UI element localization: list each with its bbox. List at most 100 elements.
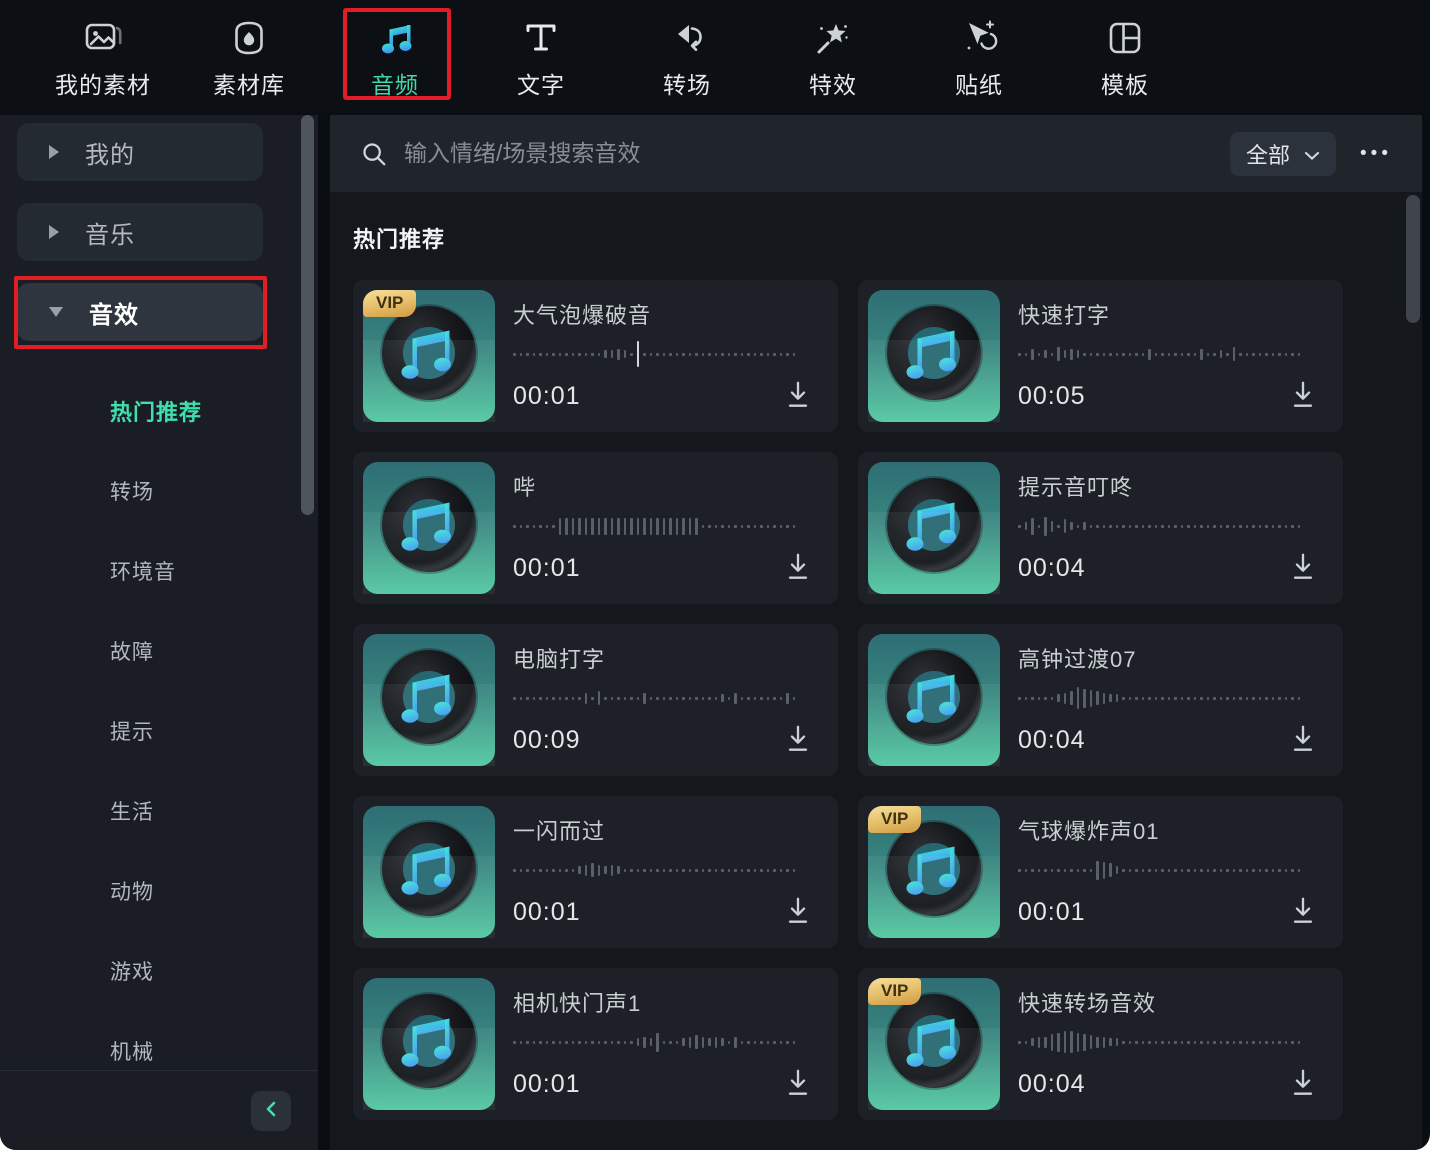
sound-effect-card[interactable]: VIP 气球爆炸声01 00:01: [858, 796, 1343, 948]
album-art: [868, 462, 1000, 594]
sound-effect-card[interactable]: VIP 提示音叮咚 00:04: [858, 452, 1343, 604]
download-button[interactable]: [782, 894, 814, 930]
nav-tab-label: 文字: [517, 71, 565, 98]
sidebar-group[interactable]: 我的: [17, 123, 263, 181]
sidebar-category-item[interactable]: 生活: [0, 771, 318, 851]
sticker-icon: [955, 14, 1003, 62]
duration-label: 00:09: [513, 725, 581, 754]
sidebar-category-item[interactable]: 转场: [0, 451, 318, 531]
sidebar-group[interactable]: 音效: [14, 276, 267, 349]
sidebar-collapse-button[interactable]: [251, 1091, 291, 1131]
waveform: [1018, 684, 1319, 712]
sidebar-category-item[interactable]: 动物: [0, 851, 318, 931]
waveform: [513, 512, 814, 540]
nav-tab[interactable]: 贴纸: [906, 0, 1052, 113]
download-button[interactable]: [1287, 550, 1319, 586]
filter-dropdown[interactable]: 全部: [1230, 131, 1337, 176]
waveform: [513, 340, 814, 368]
download-button[interactable]: [1287, 894, 1319, 930]
sidebar-group-label: 音乐: [85, 221, 135, 249]
top-nav-tabs: 我的素材 素材库 音频 文字 转场 特效 贴纸 模板: [0, 0, 1430, 113]
waveform: [1018, 1028, 1319, 1056]
sidebar-group-label: 音效: [89, 301, 139, 329]
download-button[interactable]: [782, 1066, 814, 1102]
nav-tab[interactable]: 音频: [322, 0, 468, 113]
album-art: [363, 462, 495, 594]
nav-tab[interactable]: 模板: [1052, 0, 1198, 113]
nav-tab[interactable]: 特效: [760, 0, 906, 113]
waveform: [1018, 856, 1319, 884]
download-icon: [784, 550, 812, 587]
sidebar-category-item[interactable]: 环境音: [0, 531, 318, 611]
sidebar-scroll-area: 我的 音乐 音效 热门推荐 转场 环境音 故障 提示 生活 动物 游戏 机械: [0, 115, 318, 1091]
vip-badge: VIP: [868, 978, 922, 1005]
download-icon: [1289, 550, 1317, 587]
download-button[interactable]: [782, 550, 814, 586]
search-icon: [360, 140, 388, 168]
app-window: 我的素材 素材库 音频 文字 转场 特效 贴纸 模板 我的 音乐 音效 热门推荐…: [0, 0, 1430, 1150]
content-scrollbar[interactable]: [1406, 195, 1420, 323]
download-icon: [784, 894, 812, 931]
sidebar-category-item[interactable]: 游戏: [0, 931, 318, 1011]
download-button[interactable]: [1287, 378, 1319, 414]
sound-title: 快速转场音效: [1018, 991, 1157, 1016]
sound-effect-card[interactable]: VIP 一闪而过 00:01: [353, 796, 838, 948]
nav-tab-label: 音频: [371, 71, 419, 98]
duration-label: 00:04: [1018, 725, 1086, 754]
sound-effect-card[interactable]: VIP 相机快门声1 00:01: [353, 968, 838, 1120]
sidebar-category-item[interactable]: 热门推荐: [0, 371, 318, 451]
download-icon: [1289, 1066, 1317, 1103]
download-button[interactable]: [1287, 722, 1319, 758]
content-area: 热门推荐 VIP 大气泡爆破音 00:01 快速打字 00:05 哔 00:01…: [330, 192, 1422, 1150]
sound-effect-card[interactable]: VIP 电脑打字 00:09: [353, 624, 838, 776]
chevron-left-icon: [263, 1099, 279, 1124]
sidebar-category-item[interactable]: 故障: [0, 611, 318, 691]
sound-effect-grid: VIP 大气泡爆破音 00:01 快速打字 00:05 哔 00:01 提示音叮…: [353, 280, 1422, 1120]
album-art: [363, 634, 495, 766]
duration-label: 00:01: [1018, 897, 1086, 926]
download-icon: [784, 722, 812, 759]
sidebar-category-item[interactable]: 提示: [0, 691, 318, 771]
search-input[interactable]: [404, 140, 1231, 167]
panels: 我的 音乐 音效 热门推荐 转场 环境音 故障 提示 生活 动物 游戏 机械 输…: [0, 115, 1430, 1150]
sidebar-group-label: 我的: [85, 141, 135, 169]
duration-label: 00:01: [513, 897, 581, 926]
album-art: [868, 634, 1000, 766]
sidebar-scrollbar[interactable]: [301, 115, 314, 515]
nav-tab[interactable]: 我的素材: [30, 0, 176, 113]
sound-effect-card[interactable]: VIP 哔 00:01: [353, 452, 838, 604]
sound-effect-categories: 热门推荐 转场 环境音 故障 提示 生活 动物 游戏 机械: [0, 371, 318, 1091]
sound-effect-card[interactable]: VIP 快速打字 00:05: [858, 280, 1343, 432]
nav-tab-label: 特效: [809, 71, 857, 98]
duration-label: 00:01: [513, 1069, 581, 1098]
nav-tab[interactable]: 素材库: [176, 0, 322, 113]
download-button[interactable]: [782, 722, 814, 758]
sound-effect-card[interactable]: VIP 高钟过渡07 00:04: [858, 624, 1343, 776]
waveform: [513, 856, 814, 884]
download-button[interactable]: [782, 378, 814, 414]
download-icon: [784, 1066, 812, 1103]
album-art: [868, 290, 1000, 422]
download-icon: [1289, 894, 1317, 931]
download-button[interactable]: [1287, 1066, 1319, 1102]
main-panel: 全部 ••• 热门推荐: [330, 115, 1422, 1150]
sidebar-footer: [0, 1070, 318, 1150]
sidebar: 我的 音乐 音效 热门推荐 转场 环境音 故障 提示 生活 动物 游戏 机械: [0, 115, 318, 1150]
transition-icon: [663, 14, 711, 62]
nav-tab[interactable]: 转场: [614, 0, 760, 113]
nav-tab-label: 模板: [1101, 71, 1149, 98]
sound-title: 气球爆炸声01: [1018, 819, 1160, 844]
nav-tab[interactable]: 文字: [468, 0, 614, 113]
sound-effect-card[interactable]: VIP 快速转场音效 00:04: [858, 968, 1343, 1120]
more-options-button[interactable]: •••: [1356, 137, 1396, 171]
sound-title: 大气泡爆破音: [513, 303, 652, 328]
sound-title: 相机快门声1: [513, 991, 642, 1016]
album-art: [363, 978, 495, 1110]
sound-title: 提示音叮咚: [1018, 475, 1134, 500]
text-icon: [517, 14, 565, 62]
stock-library-icon: [225, 14, 273, 62]
nav-tab-label: 素材库: [213, 71, 285, 98]
sound-effect-card[interactable]: VIP 大气泡爆破音 00:01: [353, 280, 838, 432]
sidebar-group[interactable]: 音乐: [17, 203, 263, 261]
waveform: [1018, 512, 1319, 540]
